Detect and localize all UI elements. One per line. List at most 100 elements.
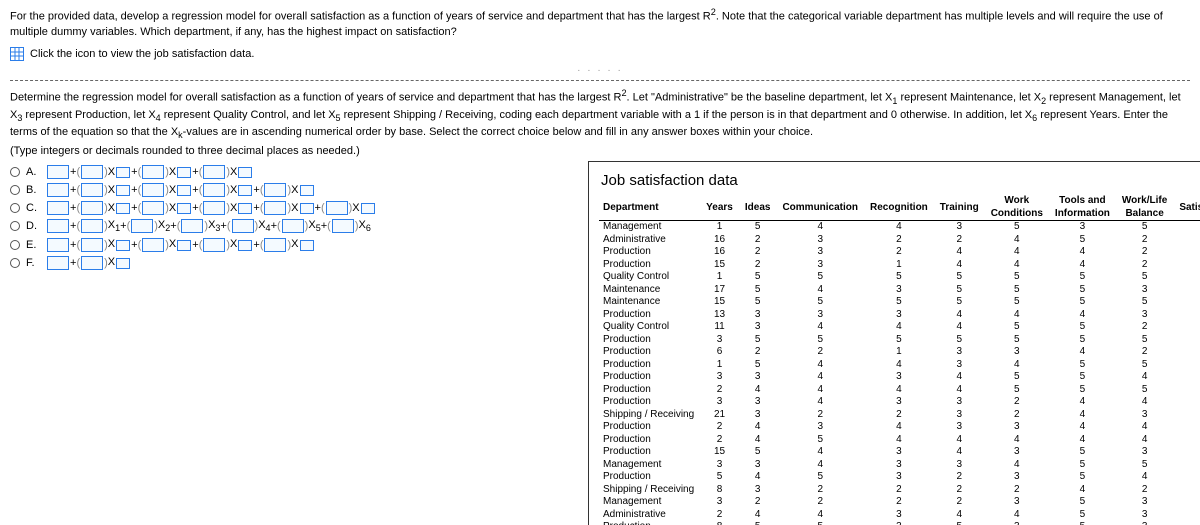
sub-answer-box[interactable] <box>361 203 375 214</box>
answer-box[interactable] <box>264 183 286 197</box>
answer-box[interactable] <box>47 165 69 179</box>
cell: 3 <box>739 321 777 334</box>
cell: Production <box>599 359 700 372</box>
answer-box[interactable] <box>326 201 348 215</box>
cell: 5 <box>1049 371 1116 384</box>
cell: 9 <box>1173 359 1200 372</box>
sub-answer-box[interactable] <box>116 167 130 178</box>
answer-box[interactable] <box>264 201 286 215</box>
sub-answer-box[interactable] <box>238 185 252 196</box>
answer-box[interactable] <box>203 165 225 179</box>
cell: 9 <box>1173 509 1200 522</box>
cell: 8 <box>700 484 739 497</box>
sub-answer-box[interactable] <box>238 167 252 178</box>
radio-C[interactable] <box>10 203 20 213</box>
cell: 4 <box>985 309 1049 322</box>
answer-box[interactable] <box>142 201 164 215</box>
answer-box[interactable] <box>81 219 103 233</box>
answer-box[interactable] <box>332 219 354 233</box>
cell: 3 <box>739 309 777 322</box>
cell: 5 <box>1049 459 1116 472</box>
answer-box[interactable] <box>181 219 203 233</box>
cell: 3 <box>864 521 934 525</box>
cell: 7 <box>1173 321 1200 334</box>
sub-answer-box[interactable] <box>300 203 314 214</box>
answer-box[interactable] <box>203 201 225 215</box>
cell: 3 <box>985 471 1049 484</box>
sub-answer-box[interactable] <box>116 258 130 269</box>
answer-box[interactable] <box>81 256 103 270</box>
cell: 4 <box>1116 371 1173 384</box>
sub-answer-box[interactable] <box>116 203 130 214</box>
cell: 4 <box>1049 409 1116 422</box>
col-balance-2: Balance <box>1116 208 1173 221</box>
sub-answer-box[interactable] <box>177 203 191 214</box>
sub-answer-box[interactable] <box>177 167 191 178</box>
data-table-icon[interactable] <box>10 47 24 61</box>
x-var: X <box>108 238 131 250</box>
lparen: ( <box>227 220 231 232</box>
cell: 3 <box>864 284 934 297</box>
cell: 5 <box>934 284 985 297</box>
sub-answer-box[interactable] <box>300 240 314 251</box>
separator-line <box>10 80 1190 81</box>
cell: 3 <box>934 396 985 409</box>
answer-box[interactable] <box>282 219 304 233</box>
radio-F[interactable] <box>10 258 20 268</box>
lparen: ( <box>76 220 80 232</box>
sub-answer-box[interactable] <box>177 240 191 251</box>
answer-box[interactable] <box>47 201 69 215</box>
cell: 3 <box>864 509 934 522</box>
radio-B[interactable] <box>10 185 20 195</box>
sub-answer-box[interactable] <box>116 185 130 196</box>
answer-box[interactable] <box>203 183 225 197</box>
answer-box[interactable] <box>131 219 153 233</box>
cell: 5 <box>776 521 864 525</box>
answer-box[interactable] <box>142 183 164 197</box>
table-row: Quality Control1555555510 <box>599 271 1200 284</box>
sub-answer-box[interactable] <box>238 240 252 251</box>
cell: 1 <box>864 259 934 272</box>
cell: 2 <box>776 346 864 359</box>
sub-answer-box[interactable] <box>116 240 130 251</box>
cell: 4 <box>1049 484 1116 497</box>
cell: 3 <box>985 446 1049 459</box>
cell: 1 <box>700 359 739 372</box>
answer-box[interactable] <box>47 256 69 270</box>
lparen: ( <box>76 166 80 178</box>
cell: 9 <box>1173 296 1200 309</box>
answer-box[interactable] <box>203 238 225 252</box>
choice-C: C. + ( )X + ( )X + ( )X + ( )X + ( )X <box>10 201 570 215</box>
answer-box[interactable] <box>232 219 254 233</box>
table-row: Production545323547 <box>599 471 1200 484</box>
cell: 4 <box>739 384 777 397</box>
radio-E[interactable] <box>10 240 20 250</box>
data-link[interactable]: Click the icon to view the job satisfact… <box>30 48 254 60</box>
answer-box[interactable] <box>264 238 286 252</box>
choice-E: E. + ( )X + ( )X + ( )X + ( )X <box>10 238 570 252</box>
answer-box[interactable] <box>47 238 69 252</box>
answer-box[interactable] <box>81 183 103 197</box>
x-var: X <box>230 166 253 178</box>
cell: 2 <box>1116 246 1173 259</box>
answer-box[interactable] <box>142 165 164 179</box>
cell: 5 <box>1049 334 1116 347</box>
answer-box[interactable] <box>47 183 69 197</box>
table-row: Production334345547 <box>599 371 1200 384</box>
sub-answer-box[interactable] <box>177 185 191 196</box>
x-var: X <box>169 184 192 196</box>
answer-box[interactable] <box>81 165 103 179</box>
answer-box[interactable] <box>47 219 69 233</box>
answer-box[interactable] <box>81 238 103 252</box>
radio-D[interactable] <box>10 221 20 231</box>
instr-c: represent Maintenance, let X <box>897 92 1041 104</box>
answer-box[interactable] <box>81 201 103 215</box>
sub-answer-box[interactable] <box>238 203 252 214</box>
lparen: ( <box>127 220 131 232</box>
table-row: Management322223534 <box>599 496 1200 509</box>
answer-box[interactable] <box>142 238 164 252</box>
cell: 6 <box>1173 396 1200 409</box>
table-row: Production3555555510 <box>599 334 1200 347</box>
radio-A[interactable] <box>10 167 20 177</box>
sub-answer-box[interactable] <box>300 185 314 196</box>
